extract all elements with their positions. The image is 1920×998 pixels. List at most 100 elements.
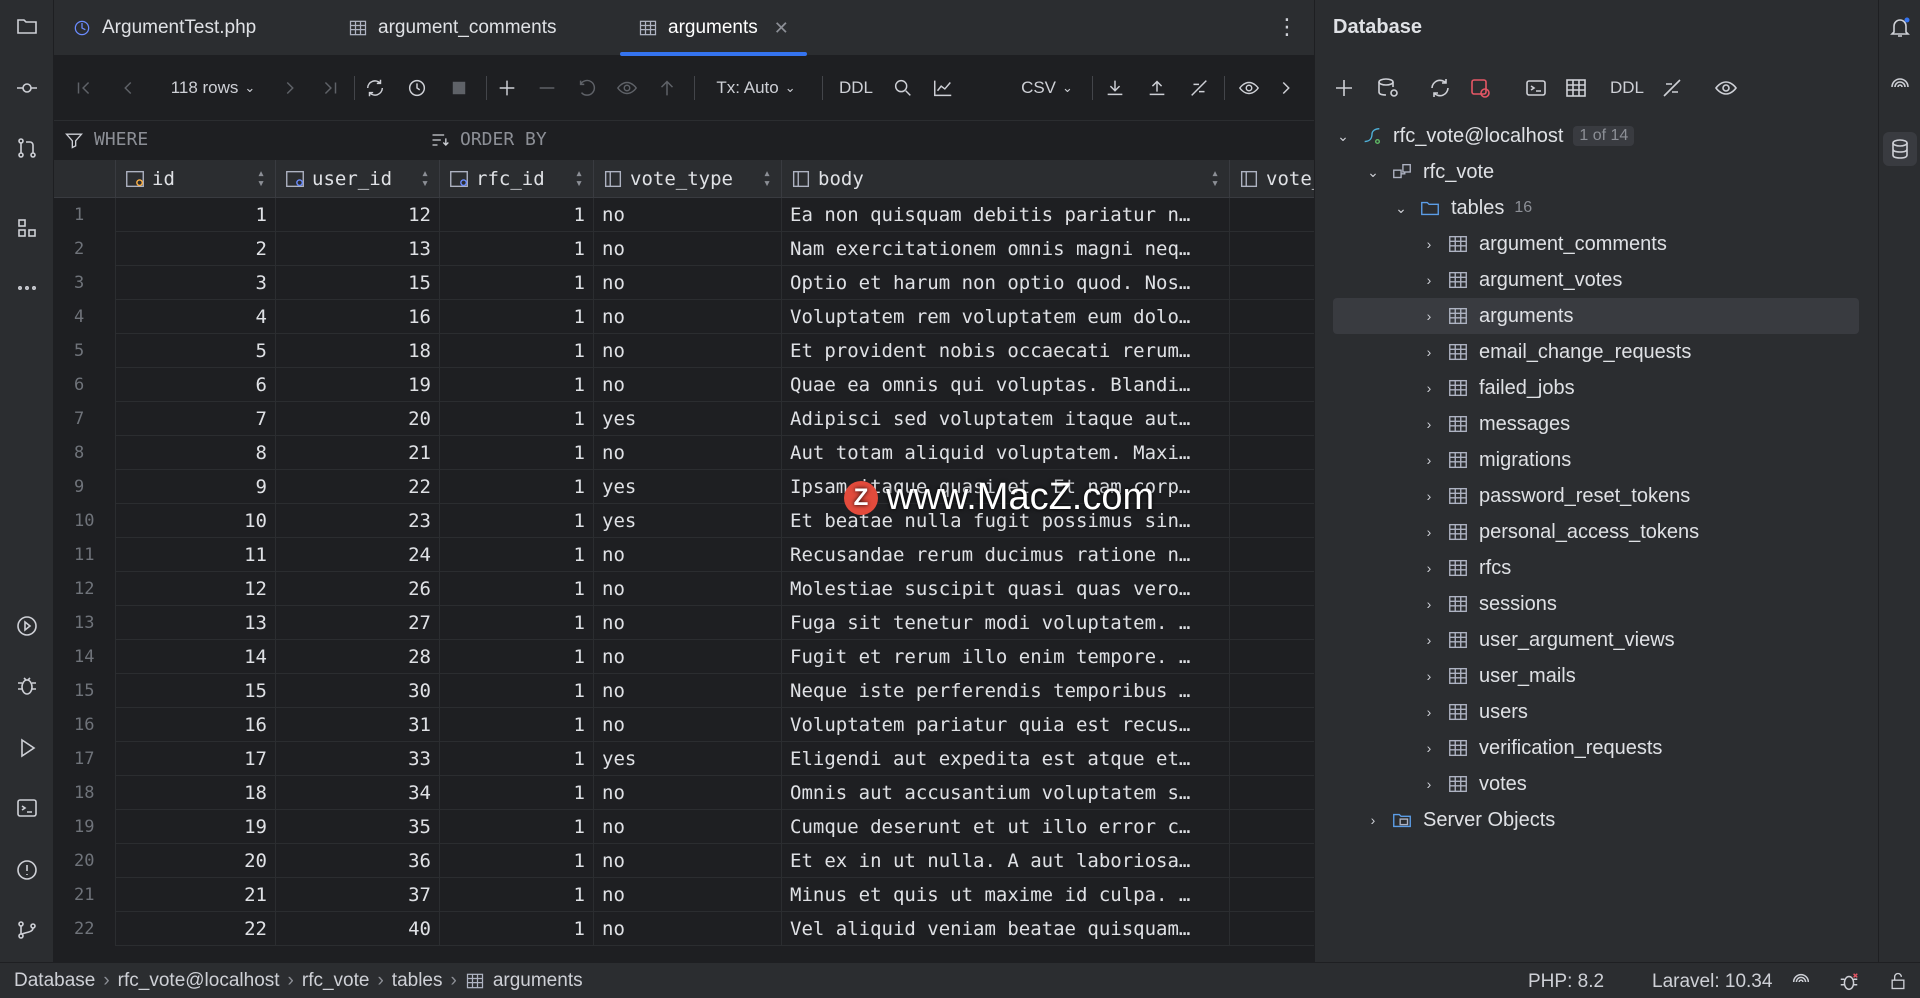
cell-rfc-id[interactable]: 1: [440, 470, 594, 504]
cell-user-id[interactable]: 31: [276, 708, 440, 742]
cell-body[interactable]: Et ex in ut nulla. A aut laboriosa…: [782, 844, 1230, 878]
table-row[interactable]: 12 12 26 1 no Molestiae suscipit quasi quas v…: [54, 572, 1314, 606]
tree-node-table[interactable]: › migrations: [1333, 442, 1859, 478]
cell-vote-count[interactable]: [1230, 334, 1314, 368]
cell-body[interactable]: Quae ea omnis qui voluptas. Blandi…: [782, 368, 1230, 402]
cell-body[interactable]: Cumque deserunt et ut illo error c…: [782, 810, 1230, 844]
cell-body[interactable]: Neque iste perferendis temporibus …: [782, 674, 1230, 708]
tree-node-table[interactable]: › sessions: [1333, 586, 1859, 622]
tab-argument-comments[interactable]: argument_comments: [330, 0, 574, 56]
cell-user-id[interactable]: 21: [276, 436, 440, 470]
submit-icon[interactable]: [652, 72, 682, 104]
view-options-icon[interactable]: [1232, 72, 1266, 104]
cell-vote-type[interactable]: no: [594, 810, 782, 844]
cell-rfc-id[interactable]: 1: [440, 504, 594, 538]
sort-arrows-icon[interactable]: ▴ ▾: [575, 167, 583, 190]
chevron-down-icon[interactable]: ⌄: [1391, 200, 1411, 217]
cell-vote-count[interactable]: [1230, 572, 1314, 606]
sort-arrows-icon[interactable]: ▴ ▾: [421, 167, 429, 190]
upload-icon[interactable]: [1142, 72, 1172, 104]
cell-body[interactable]: Adipisci sed voluptatem itaque aut…: [782, 402, 1230, 436]
next-page-icon[interactable]: [276, 72, 304, 104]
cell-rfc-id[interactable]: 1: [440, 776, 594, 810]
column-header-vote-count[interactable]: vote_cour: [1230, 160, 1314, 198]
run-icon[interactable]: [9, 730, 45, 766]
cell-user-id[interactable]: 40: [276, 912, 440, 946]
disconnect-icon[interactable]: [1465, 72, 1495, 104]
cell-user-id[interactable]: 19: [276, 368, 440, 402]
cell-rfc-id[interactable]: 1: [440, 878, 594, 912]
cell-rfc-id[interactable]: 1: [440, 810, 594, 844]
cell-user-id[interactable]: 37: [276, 878, 440, 912]
cell-rfc-id[interactable]: 1: [440, 538, 594, 572]
cell-user-id[interactable]: 22: [276, 470, 440, 504]
refresh-icon[interactable]: [1425, 72, 1455, 104]
cell-vote-type[interactable]: no: [594, 878, 782, 912]
tree-node-table[interactable]: › personal_access_tokens: [1333, 514, 1859, 550]
table-row[interactable]: 4 4 16 1 no Voluptatem rem voluptatem eum dol…: [54, 300, 1314, 334]
chevron-right-icon[interactable]: ›: [1419, 740, 1439, 756]
cell-user-id[interactable]: 24: [276, 538, 440, 572]
cell-vote-count[interactable]: [1230, 198, 1314, 232]
cell-rfc-id[interactable]: 1: [440, 436, 594, 470]
sort-arrows-icon[interactable]: ▴ ▾: [257, 167, 265, 190]
git-icon[interactable]: [9, 912, 45, 948]
table-row[interactable]: 2 2 13 1 no Nam exercitationem omnis magni ne…: [54, 232, 1314, 266]
chevron-right-icon[interactable]: ›: [1419, 632, 1439, 648]
cell-user-id[interactable]: 15: [276, 266, 440, 300]
cell-id[interactable]: 7: [116, 402, 276, 436]
view-options-icon[interactable]: [1709, 72, 1743, 104]
chevron-right-icon[interactable]: ›: [1419, 776, 1439, 792]
table-row[interactable]: 11 11 24 1 no Recusandae rerum ducimus ration…: [54, 538, 1314, 572]
cell-id[interactable]: 8: [116, 436, 276, 470]
previous-page-icon[interactable]: [114, 72, 142, 104]
cell-vote-type[interactable]: no: [594, 232, 782, 266]
table-icon[interactable]: [1561, 72, 1591, 104]
chevron-right-icon[interactable]: ›: [1419, 452, 1439, 468]
table-row[interactable]: 14 14 28 1 no Fugit et rerum illo enim tempor…: [54, 640, 1314, 674]
cell-vote-type[interactable]: no: [594, 572, 782, 606]
delete-row-icon[interactable]: [532, 72, 562, 104]
table-row[interactable]: 19 19 35 1 no Cumque deserunt et ut illo erro…: [54, 810, 1314, 844]
cell-vote-count[interactable]: [1230, 912, 1314, 946]
cell-user-id[interactable]: 28: [276, 640, 440, 674]
cell-id[interactable]: 1: [116, 198, 276, 232]
cell-body[interactable]: Voluptatem pariatur quia est recus…: [782, 708, 1230, 742]
ai-assistant-icon[interactable]: [1885, 72, 1915, 102]
search-icon[interactable]: [888, 72, 918, 104]
column-header-vote-type[interactable]: vote_type ▴ ▾: [594, 160, 782, 198]
cell-id[interactable]: 9: [116, 470, 276, 504]
problems-icon[interactable]: [9, 852, 45, 888]
more-tools-icon[interactable]: [9, 270, 45, 306]
table-row[interactable]: 16 16 31 1 no Voluptatem pariatur quia est re…: [54, 708, 1314, 742]
cell-vote-type[interactable]: yes: [594, 504, 782, 538]
tree-node-table[interactable]: › email_change_requests: [1333, 334, 1859, 370]
cell-id[interactable]: 10: [116, 504, 276, 538]
tab-argumenttest-php[interactable]: ArgumentTest.php: [54, 0, 274, 56]
cell-vote-count[interactable]: [1230, 708, 1314, 742]
cell-vote-type[interactable]: no: [594, 844, 782, 878]
cell-id[interactable]: 5: [116, 334, 276, 368]
stop-icon[interactable]: [444, 72, 474, 104]
cell-vote-count[interactable]: [1230, 878, 1314, 912]
table-row[interactable]: 8 8 21 1 no Aut totam aliquid voluptatem. Max…: [54, 436, 1314, 470]
cell-rfc-id[interactable]: 1: [440, 640, 594, 674]
cell-user-id[interactable]: 23: [276, 504, 440, 538]
cell-vote-type[interactable]: no: [594, 538, 782, 572]
sort-arrows-icon[interactable]: ▴ ▾: [763, 167, 771, 190]
php-version[interactable]: PHP: 8.2: [1528, 971, 1604, 993]
breadcrumb-item[interactable]: tables: [392, 970, 443, 992]
cell-body[interactable]: Nam exercitationem omnis magni neq…: [782, 232, 1230, 266]
preview-changes-icon[interactable]: [612, 72, 642, 104]
bug-report-icon[interactable]: [1838, 971, 1862, 998]
cell-id[interactable]: 11: [116, 538, 276, 572]
cell-user-id[interactable]: 13: [276, 232, 440, 266]
cell-user-id[interactable]: 34: [276, 776, 440, 810]
tree-node-table[interactable]: › user_mails: [1333, 658, 1859, 694]
tree-node-table[interactable]: › argument_votes: [1333, 262, 1859, 298]
cell-body[interactable]: Eligendi aut expedita est atque et…: [782, 742, 1230, 776]
table-row[interactable]: 18 18 34 1 no Omnis aut accusantium voluptate…: [54, 776, 1314, 810]
cell-vote-type[interactable]: no: [594, 606, 782, 640]
cell-vote-count[interactable]: [1230, 606, 1314, 640]
chevron-right-icon[interactable]: ›: [1419, 596, 1439, 612]
